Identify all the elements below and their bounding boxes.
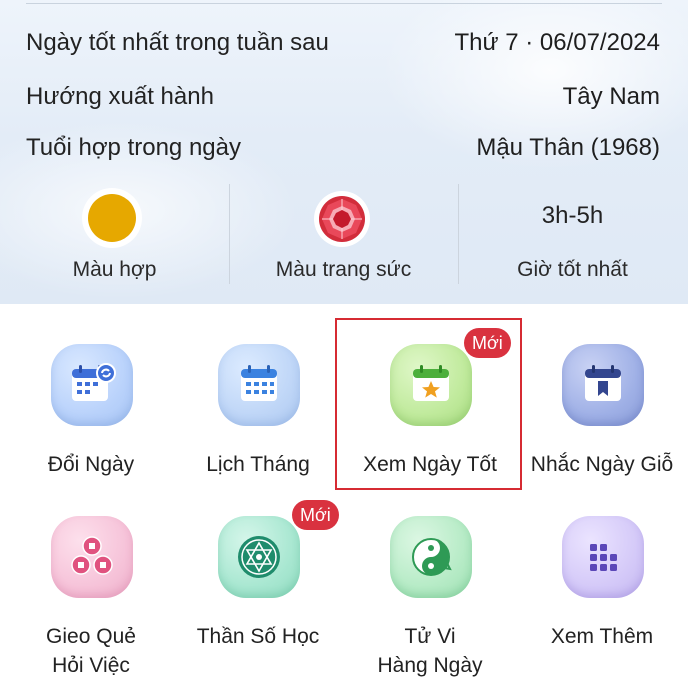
ruby-gem-icon (314, 191, 370, 247)
color-dot-icon (88, 194, 136, 242)
menu-label: Đổi Ngày (47, 453, 135, 476)
numerology-star-icon (218, 516, 300, 598)
coins-icon (51, 516, 133, 598)
highlight-frame (335, 318, 522, 490)
menu-label: Nhắc Ngày Giỗ (530, 453, 674, 476)
menu-label: Tử Vi Hàng Ngày (377, 625, 483, 677)
best-day-row: Ngày tốt nhất trong tuần sau Thứ 7 · 06/… (26, 26, 660, 60)
jewelry-color-label: Màu trang sức (275, 258, 412, 281)
menu-xem-them[interactable]: Xem Thêm (516, 488, 688, 668)
menu-tu-vi[interactable]: Tử Vi Hàng Ngày (344, 488, 516, 677)
calendar-bookmark-icon (562, 344, 644, 426)
compatible-age-value: Mậu Thân (1968) (476, 134, 660, 161)
best-hour-stat: 3h-5h Giờ tốt nhất (458, 184, 687, 284)
menu-lich-thang[interactable]: Lịch Tháng (172, 316, 344, 496)
best-day-label: Ngày tốt nhất trong tuần sau (26, 29, 329, 56)
lucky-color-stat: Màu hợp (0, 184, 229, 284)
best-hour-label: Giờ tốt nhất (517, 258, 628, 281)
direction-row: Hướng xuất hành Tây Nam (26, 80, 660, 114)
stats-strip: Màu hợp Màu trang sức 3h-5h Giờ tốt nhất (0, 184, 688, 284)
day-info-card: Ngày tốt nhất trong tuần sau Thứ 7 · 06/… (0, 0, 688, 304)
calendar-convert-icon (51, 344, 133, 426)
menu-gieo-que[interactable]: Gieo Quẻ Hỏi Việc (5, 488, 177, 677)
direction-label: Hướng xuất hành (26, 83, 214, 110)
direction-value: Tây Nam (562, 83, 660, 110)
menu-label: Thần Số Học (196, 625, 320, 648)
menu-label: Gieo Quẻ Hỏi Việc (46, 625, 136, 677)
calendar-month-icon (218, 344, 300, 426)
compatible-age-label: Tuổi hợp trong ngày (26, 134, 241, 161)
lucky-color-label: Màu hợp (72, 258, 157, 281)
compatible-age-row: Tuổi hợp trong ngày Mậu Thân (1968) (26, 131, 660, 165)
menu-than-so-hoc[interactable]: Mới Thần Số Học (172, 488, 344, 668)
new-badge: Mới (292, 500, 339, 530)
menu-label: Lịch Tháng (206, 453, 310, 476)
menu-label: Xem Thêm (550, 625, 654, 648)
grid-more-icon (562, 516, 644, 598)
divider (26, 3, 662, 4)
menu-nhac-ngay-gio[interactable]: Nhắc Ngày Giỗ (516, 316, 688, 496)
best-day-value: Thứ 7 · 06/07/2024 (454, 29, 660, 56)
menu-doi-ngay[interactable]: Đổi Ngày (5, 316, 177, 496)
best-hour-value: 3h-5h (541, 202, 604, 229)
yin-yang-icon (390, 516, 472, 598)
